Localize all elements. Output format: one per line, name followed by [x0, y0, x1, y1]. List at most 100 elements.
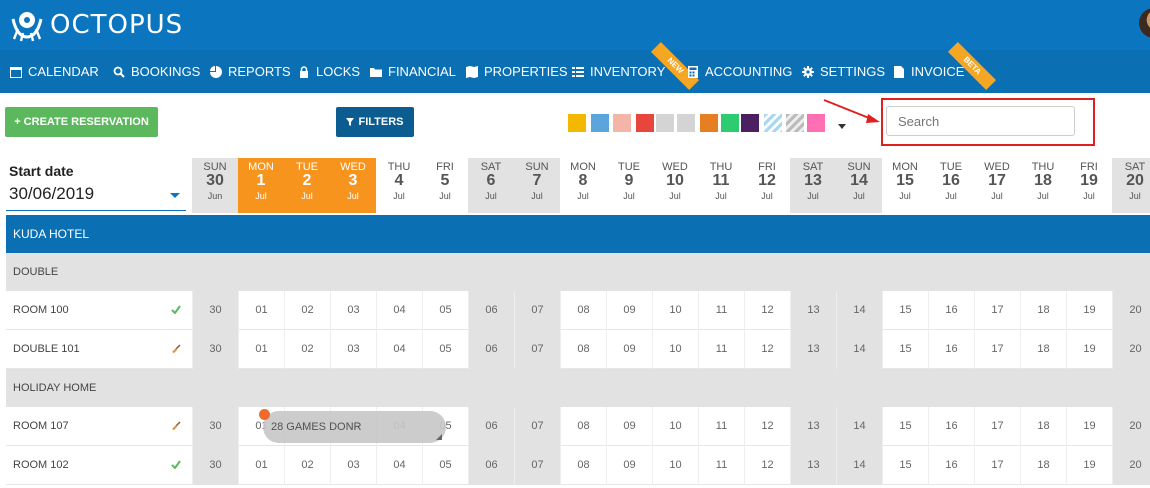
nav-reports[interactable]: REPORTS [210, 50, 291, 93]
room-name[interactable]: ROOM 100 [13, 291, 69, 330]
day-column-header[interactable]: MON 1 Jul [238, 158, 284, 213]
day-cell[interactable]: 12 [744, 330, 790, 369]
day-cell[interactable]: 04 [376, 291, 422, 330]
day-column-header[interactable]: SAT 6 Jul [468, 158, 514, 213]
day-cell[interactable]: 06 [468, 291, 514, 330]
color-swatch[interactable] [636, 114, 654, 132]
logo[interactable]: OCTOPUS [8, 7, 183, 43]
day-cell[interactable]: 07 [514, 446, 560, 485]
day-cell[interactable]: 13 [790, 330, 836, 369]
day-cell[interactable]: 13 [790, 291, 836, 330]
day-cell[interactable]: 07 [514, 330, 560, 369]
day-cell[interactable]: 18 [1020, 446, 1066, 485]
day-cell[interactable]: 02 [284, 330, 330, 369]
day-cell[interactable]: 16 [928, 446, 974, 485]
day-cell[interactable]: 30 [192, 330, 238, 369]
day-cell[interactable]: 05 [422, 291, 468, 330]
nav-accounting[interactable]: ACCOUNTING [687, 50, 792, 93]
day-cell[interactable]: 12 [744, 407, 790, 446]
nav-inventory[interactable]: INVENTORY [572, 50, 665, 93]
day-column-header[interactable]: THU 18 Jul [1020, 158, 1066, 213]
nav-settings[interactable]: SETTINGS [802, 50, 885, 93]
color-swatch[interactable] [741, 114, 759, 132]
room-name[interactable]: ROOM 102 [13, 446, 69, 485]
broom-icon[interactable] [171, 421, 181, 434]
day-column-header[interactable]: TUE 16 Jul [928, 158, 974, 213]
day-column-header[interactable]: FRI 19 Jul [1066, 158, 1112, 213]
day-cell[interactable]: 10 [652, 330, 698, 369]
day-cell[interactable]: 18 [1020, 407, 1066, 446]
day-cell[interactable]: 18 [1020, 291, 1066, 330]
day-column-header[interactable]: WED 17 Jul [974, 158, 1020, 213]
day-cell[interactable]: 17 [974, 291, 1020, 330]
day-column-header[interactable]: SUN 30 Jun [192, 158, 238, 213]
nav-locks[interactable]: LOCKS [298, 50, 360, 93]
nav-properties[interactable]: PROPERTIES [466, 50, 568, 93]
day-column-header[interactable]: THU 11 Jul [698, 158, 744, 213]
day-cell[interactable]: 06 [468, 407, 514, 446]
day-column-header[interactable]: TUE 9 Jul [606, 158, 652, 213]
avatar[interactable] [1139, 8, 1150, 38]
day-cell[interactable]: 08 [560, 407, 606, 446]
day-cell[interactable]: 06 [468, 330, 514, 369]
day-cell[interactable]: 20 [1112, 330, 1150, 369]
resize-handle-icon[interactable] [436, 434, 442, 440]
day-cell[interactable]: 16 [928, 291, 974, 330]
day-cell[interactable]: 14 [836, 446, 882, 485]
day-cell[interactable]: 14 [836, 330, 882, 369]
day-column-header[interactable]: SUN 14 Jul [836, 158, 882, 213]
day-cell[interactable]: 13 [790, 446, 836, 485]
day-cell[interactable]: 15 [882, 330, 928, 369]
day-cell[interactable]: 06 [468, 446, 514, 485]
nav-bookings[interactable]: BOOKINGS [113, 50, 200, 93]
day-cell[interactable]: 18 [1020, 330, 1066, 369]
day-cell[interactable]: 15 [882, 407, 928, 446]
day-cell[interactable]: 05 [422, 446, 468, 485]
day-cell[interactable]: 19 [1066, 407, 1112, 446]
day-cell[interactable]: 08 [560, 291, 606, 330]
day-column-header[interactable]: MON 15 Jul [882, 158, 928, 213]
day-cell[interactable]: 04 [376, 446, 422, 485]
day-cell[interactable]: 17 [974, 407, 1020, 446]
day-cell[interactable]: 17 [974, 446, 1020, 485]
day-cell[interactable]: 20 [1112, 407, 1150, 446]
day-cell[interactable]: 09 [606, 446, 652, 485]
day-column-header[interactable]: FRI 5 Jul [422, 158, 468, 213]
day-cell[interactable]: 20 [1112, 291, 1150, 330]
day-cell[interactable]: 12 [744, 291, 790, 330]
day-cell[interactable]: 09 [606, 291, 652, 330]
day-column-header[interactable]: FRI 12 Jul [744, 158, 790, 213]
create-reservation-button[interactable]: + CREATE RESERVATION [5, 107, 158, 137]
day-cell[interactable]: 04 [376, 330, 422, 369]
chevron-down-icon[interactable] [170, 193, 180, 198]
color-swatch[interactable] [677, 114, 695, 132]
search-input[interactable] [886, 106, 1075, 136]
start-date-field[interactable]: 30/06/2019 [9, 184, 94, 204]
filters-button[interactable]: FILTERS [336, 107, 414, 137]
day-cell[interactable]: 01 [238, 291, 284, 330]
day-cell[interactable]: 15 [882, 446, 928, 485]
day-cell[interactable]: 07 [514, 291, 560, 330]
day-cell[interactable]: 09 [606, 407, 652, 446]
day-cell[interactable]: 03 [330, 330, 376, 369]
day-cell[interactable]: 19 [1066, 446, 1112, 485]
day-cell[interactable]: 19 [1066, 291, 1112, 330]
check-icon[interactable] [171, 305, 181, 317]
day-column-header[interactable]: THU 4 Jul [376, 158, 422, 213]
day-column-header[interactable]: TUE 2 Jul [284, 158, 330, 213]
color-swatch[interactable] [568, 114, 586, 132]
day-cell[interactable]: 03 [330, 446, 376, 485]
day-cell[interactable]: 11 [698, 407, 744, 446]
color-swatch[interactable] [764, 114, 782, 132]
nav-financial[interactable]: FINANCIAL [370, 50, 456, 93]
day-column-header[interactable]: WED 10 Jul [652, 158, 698, 213]
room-name[interactable]: ROOM 107 [13, 407, 69, 446]
day-column-header[interactable]: WED 3 Jul [330, 158, 376, 213]
day-cell[interactable]: 14 [836, 407, 882, 446]
day-cell[interactable]: 08 [560, 330, 606, 369]
color-swatch[interactable] [613, 114, 631, 132]
day-column-header[interactable]: MON 8 Jul [560, 158, 606, 213]
day-cell[interactable]: 10 [652, 291, 698, 330]
day-cell[interactable]: 05 [422, 330, 468, 369]
day-cell[interactable]: 09 [606, 330, 652, 369]
